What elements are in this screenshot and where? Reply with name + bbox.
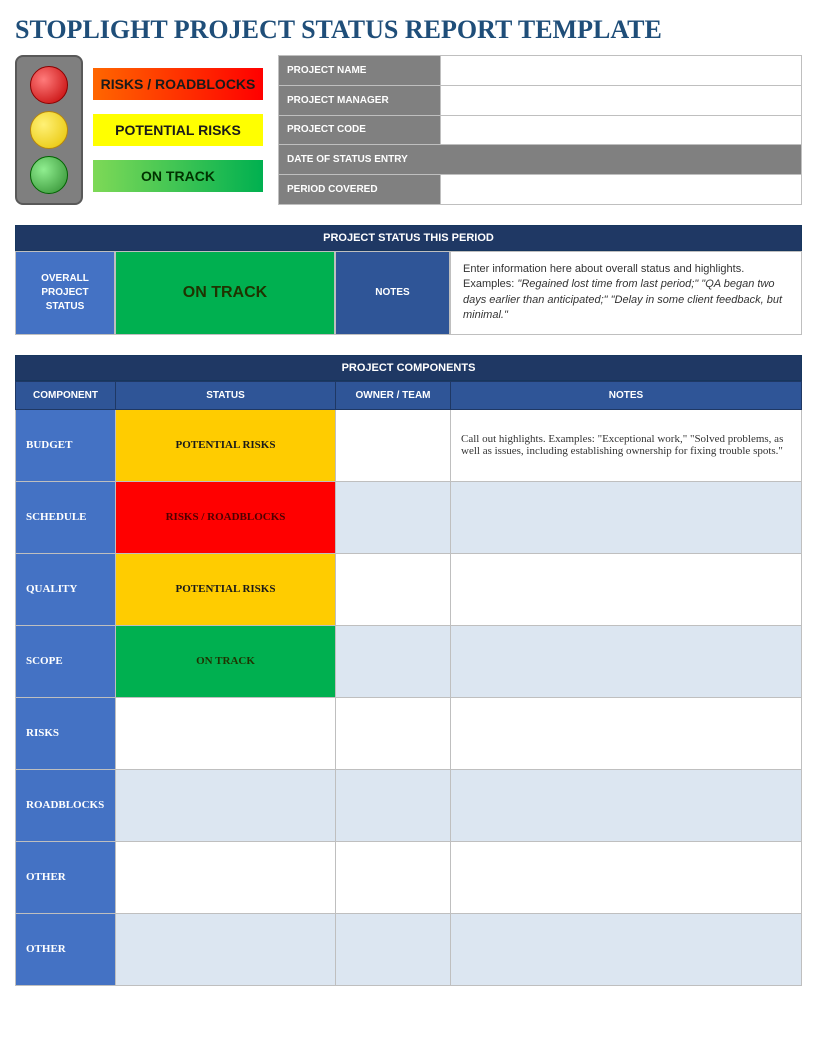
- legend-area: RISKS / ROADBLOCKS POTENTIAL RISKS ON TR…: [15, 55, 263, 205]
- component-notes[interactable]: [451, 625, 802, 697]
- component-notes[interactable]: [451, 481, 802, 553]
- col-notes: NOTES: [451, 381, 802, 409]
- component-owner[interactable]: [336, 481, 451, 553]
- component-owner[interactable]: [336, 913, 451, 985]
- component-notes[interactable]: [451, 841, 802, 913]
- table-row: RISKS: [16, 697, 802, 769]
- meta-value[interactable]: [441, 115, 802, 145]
- component-status[interactable]: [116, 769, 336, 841]
- period-header: PROJECT STATUS THIS PERIOD: [15, 225, 802, 251]
- page-title: STOPLIGHT PROJECT STATUS REPORT TEMPLATE: [15, 15, 802, 45]
- col-status: STATUS: [116, 381, 336, 409]
- meta-label: PROJECT NAME: [279, 56, 441, 86]
- component-owner[interactable]: [336, 625, 451, 697]
- component-label: SCOPE: [16, 625, 116, 697]
- component-notes[interactable]: [451, 697, 802, 769]
- component-status[interactable]: ON TRACK: [116, 625, 336, 697]
- components-header: PROJECT COMPONENTS: [15, 355, 802, 381]
- component-owner[interactable]: [336, 769, 451, 841]
- table-row: SCOPEON TRACK: [16, 625, 802, 697]
- components-section: PROJECT COMPONENTS COMPONENT STATUS OWNE…: [15, 355, 802, 986]
- meta-label: PROJECT CODE: [279, 115, 441, 145]
- legend-green: ON TRACK: [93, 160, 263, 192]
- meta-row: PERIOD COVERED: [279, 175, 802, 205]
- overall-status-value[interactable]: ON TRACK: [115, 251, 335, 335]
- period-notes-label: NOTES: [335, 251, 450, 335]
- table-row: SCHEDULERISKS / ROADBLOCKS: [16, 481, 802, 553]
- meta-label: PROJECT MANAGER: [279, 85, 441, 115]
- components-table: COMPONENT STATUS OWNER / TEAM NOTES BUDG…: [15, 381, 802, 986]
- meta-row: PROJECT MANAGER: [279, 85, 802, 115]
- component-owner[interactable]: [336, 841, 451, 913]
- legend-red: RISKS / ROADBLOCKS: [93, 68, 263, 100]
- meta-value[interactable]: [441, 85, 802, 115]
- component-label: RISKS: [16, 697, 116, 769]
- component-status[interactable]: [116, 913, 336, 985]
- component-label: OTHER: [16, 913, 116, 985]
- component-status[interactable]: POTENTIAL RISKS: [116, 409, 336, 481]
- component-notes[interactable]: [451, 553, 802, 625]
- meta-row: PROJECT NAME: [279, 56, 802, 86]
- period-row: OVERALL PROJECT STATUS ON TRACK NOTES En…: [15, 251, 802, 335]
- meta-value[interactable]: [441, 56, 802, 86]
- table-row: BUDGETPOTENTIAL RISKS Call out highlights…: [16, 409, 802, 481]
- component-notes[interactable]: [451, 769, 802, 841]
- meta-value[interactable]: [441, 175, 802, 205]
- top-section: RISKS / ROADBLOCKS POTENTIAL RISKS ON TR…: [15, 55, 802, 205]
- meta-label-full: DATE OF STATUS ENTRY: [279, 145, 802, 175]
- component-status[interactable]: [116, 697, 336, 769]
- component-status[interactable]: POTENTIAL RISKS: [116, 553, 336, 625]
- table-row: OTHER: [16, 841, 802, 913]
- stoplight-icon: [15, 55, 83, 205]
- light-green-icon: [30, 156, 68, 194]
- col-owner: OWNER / TEAM: [336, 381, 451, 409]
- light-red-icon: [30, 66, 68, 104]
- col-component: COMPONENT: [16, 381, 116, 409]
- component-notes[interactable]: Call out highlights. Examples: "Exceptio…: [451, 409, 802, 481]
- period-section: PROJECT STATUS THIS PERIOD OVERALL PROJE…: [15, 225, 802, 335]
- table-row: ROADBLOCKS: [16, 769, 802, 841]
- component-label: BUDGET: [16, 409, 116, 481]
- legend-yellow: POTENTIAL RISKS: [93, 114, 263, 146]
- component-label: QUALITY: [16, 553, 116, 625]
- meta-row: PROJECT CODE: [279, 115, 802, 145]
- component-notes[interactable]: [451, 913, 802, 985]
- table-row: QUALITYPOTENTIAL RISKS: [16, 553, 802, 625]
- meta-table: PROJECT NAMEPROJECT MANAGERPROJECT CODED…: [278, 55, 802, 205]
- component-status[interactable]: RISKS / ROADBLOCKS: [116, 481, 336, 553]
- component-owner[interactable]: [336, 697, 451, 769]
- light-yellow-icon: [30, 111, 68, 149]
- component-status[interactable]: [116, 841, 336, 913]
- period-notes-body[interactable]: Enter information here about overall sta…: [450, 251, 802, 335]
- component-label: SCHEDULE: [16, 481, 116, 553]
- meta-row: DATE OF STATUS ENTRY: [279, 145, 802, 175]
- components-header-row: COMPONENT STATUS OWNER / TEAM NOTES: [16, 381, 802, 409]
- component-owner[interactable]: [336, 409, 451, 481]
- table-row: OTHER: [16, 913, 802, 985]
- legend-labels: RISKS / ROADBLOCKS POTENTIAL RISKS ON TR…: [93, 55, 263, 205]
- meta-label: PERIOD COVERED: [279, 175, 441, 205]
- component-owner[interactable]: [336, 553, 451, 625]
- component-label: ROADBLOCKS: [16, 769, 116, 841]
- overall-status-label: OVERALL PROJECT STATUS: [15, 251, 115, 335]
- component-label: OTHER: [16, 841, 116, 913]
